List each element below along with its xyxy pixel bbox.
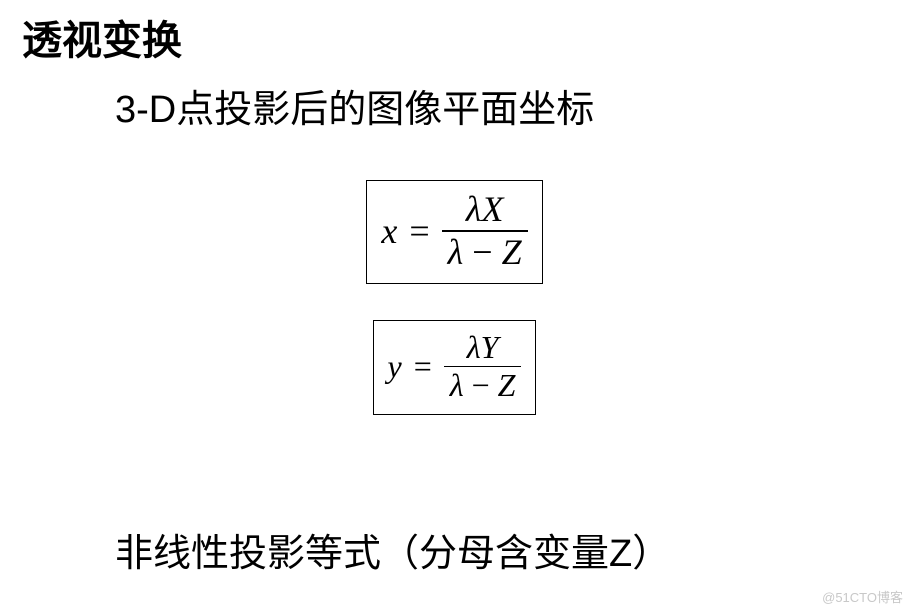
formula-y-lhs: y (388, 348, 402, 385)
watermark: @51CTO博客 (822, 587, 903, 606)
lambda-symbol: λ (448, 232, 464, 272)
formula-x-numerator: λX (460, 189, 510, 230)
equals-sign: = (409, 210, 429, 252)
minus-sign: − (472, 367, 490, 403)
var-z-upper: Z (502, 232, 522, 272)
var-y-upper: Y (481, 329, 499, 365)
minus-sign: − (472, 232, 492, 272)
equals-sign: = (414, 348, 432, 385)
lambda-symbol: λ (466, 189, 482, 229)
var-x-upper: X (481, 189, 503, 229)
formula-x-box: x = λX λ − Z (366, 180, 542, 284)
formula-x-lhs: x (381, 210, 397, 252)
formula-x-container: x = λX λ − Z (0, 180, 909, 284)
var-z-upper: Z (498, 367, 516, 403)
formula-y-denominator: λ − Z (444, 367, 522, 404)
formula-x-denominator: λ − Z (442, 232, 528, 273)
formula-y-numerator: λY (461, 329, 505, 366)
bottom-description: 非线性投影等式（分母含变量Z） (115, 522, 670, 577)
formula-x-fraction: λX λ − Z (442, 189, 528, 273)
lambda-symbol: λ (467, 329, 481, 365)
formula-y-box: y = λY λ − Z (373, 320, 537, 415)
lambda-symbol: λ (450, 367, 464, 403)
subtitle: 3-D点投影后的图像平面坐标 (115, 78, 594, 133)
formula-y-fraction: λY λ − Z (444, 329, 522, 404)
formula-y-container: y = λY λ − Z (0, 320, 909, 415)
page-title: 透视变换 (22, 8, 182, 66)
